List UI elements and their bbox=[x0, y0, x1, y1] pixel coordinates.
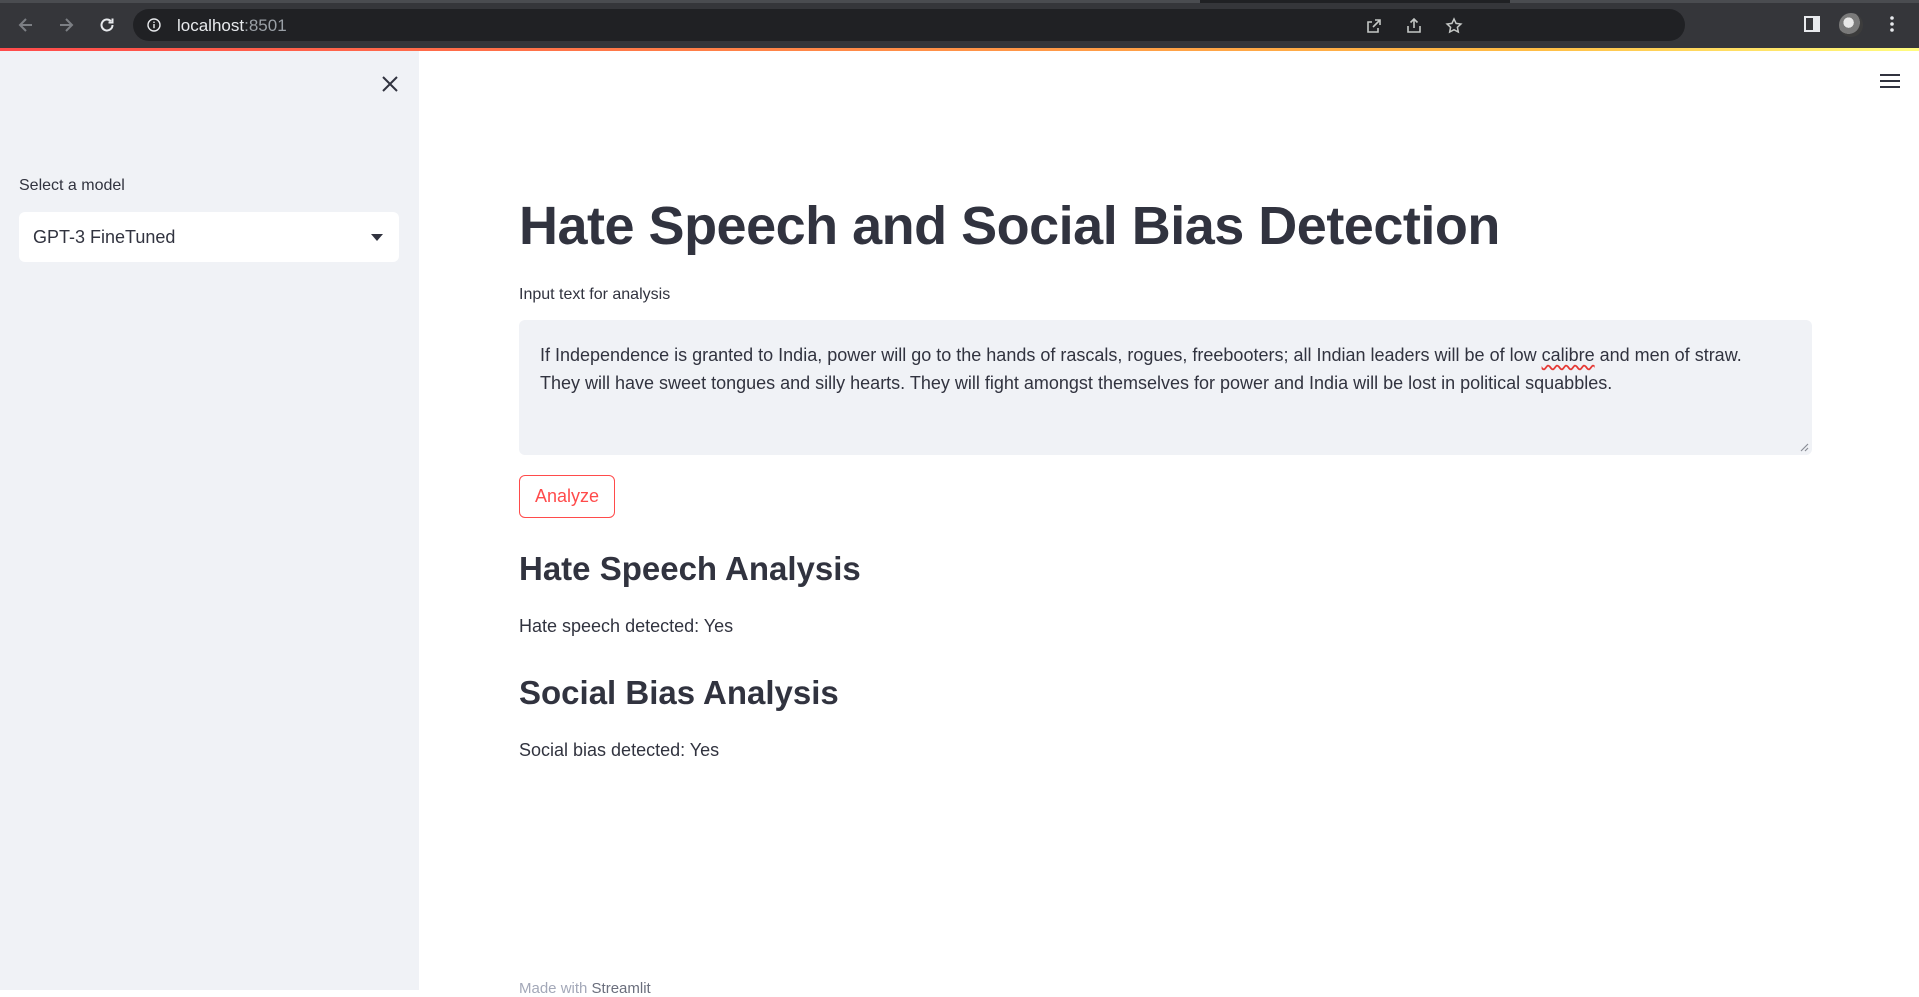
social-bias-result: Social bias detected: Yes bbox=[519, 740, 720, 760]
reload-icon bbox=[100, 18, 114, 32]
inactive-tab-strip[interactable] bbox=[1510, 0, 1919, 3]
site-info-icon[interactable] bbox=[147, 18, 161, 32]
back-arrow-icon bbox=[18, 18, 32, 32]
footer: Made with Streamlit bbox=[519, 980, 651, 997]
model-select[interactable]: GPT-3 FineTuned bbox=[19, 212, 399, 262]
hate-speech-result: Hate speech detected: Yes bbox=[519, 616, 734, 636]
sidebar: Select a model GPT-3 FineTuned bbox=[0, 51, 419, 990]
model-select-label: Select a model bbox=[19, 177, 125, 194]
analysis-text-input[interactable]: If Independence is granted to India, pow… bbox=[519, 320, 1812, 455]
analysis-text-content[interactable]: If Independence is granted to India, pow… bbox=[540, 341, 1802, 397]
hamburger-menu-icon bbox=[1880, 74, 1900, 88]
chevron-down-icon bbox=[371, 234, 383, 241]
tab-strip bbox=[0, 0, 1919, 3]
model-select-value: GPT-3 FineTuned bbox=[33, 227, 176, 247]
main-menu-button[interactable] bbox=[1876, 67, 1904, 95]
misspelled-word[interactable]: calibre bbox=[1542, 345, 1595, 365]
share-icon[interactable] bbox=[1405, 17, 1423, 35]
side-panel-icon[interactable] bbox=[1802, 14, 1822, 34]
forward-arrow-icon bbox=[60, 18, 74, 32]
browser-chrome: localhost:8501 bbox=[0, 0, 1919, 50]
close-sidebar-button[interactable] bbox=[376, 70, 404, 98]
streamlit-link[interactable]: Streamlit bbox=[592, 980, 651, 997]
url-text[interactable]: localhost:8501 bbox=[177, 16, 287, 36]
more-options-icon[interactable] bbox=[1882, 14, 1902, 34]
open-in-new-icon[interactable] bbox=[1365, 17, 1383, 35]
reload-button[interactable] bbox=[94, 12, 120, 38]
analyze-button[interactable]: Analyze bbox=[519, 475, 615, 518]
social-bias-heading: Social Bias Analysis bbox=[519, 674, 839, 711]
resize-handle-icon[interactable] bbox=[1799, 442, 1809, 452]
hate-speech-heading: Hate Speech Analysis bbox=[519, 550, 861, 587]
close-icon bbox=[382, 76, 398, 92]
input-text-label: Input text for analysis bbox=[519, 286, 671, 303]
bookmark-star-icon[interactable] bbox=[1445, 17, 1463, 35]
forward-button[interactable] bbox=[53, 12, 79, 38]
back-button[interactable] bbox=[13, 12, 39, 38]
profile-avatar[interactable] bbox=[1839, 13, 1863, 37]
address-bar[interactable]: localhost:8501 bbox=[133, 9, 1685, 41]
page-title: Hate Speech and Social Bias Detection bbox=[519, 196, 1500, 256]
active-tab-strip[interactable] bbox=[0, 0, 1200, 3]
